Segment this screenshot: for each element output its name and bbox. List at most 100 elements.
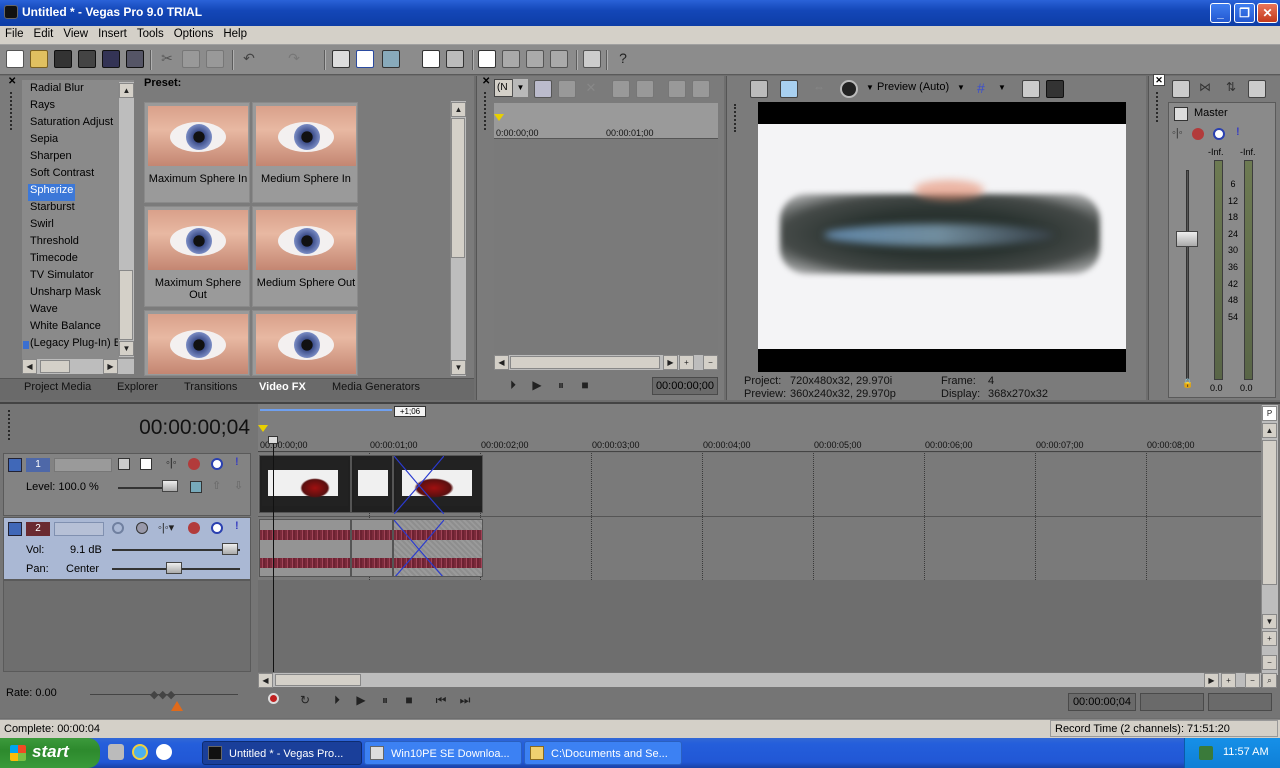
- fx-list-item[interactable]: Threshold: [30, 235, 79, 252]
- chevron-down-icon[interactable]: ▼: [512, 79, 528, 97]
- arm-record-icon[interactable]: [112, 522, 124, 534]
- chevron-down-icon[interactable]: ▼: [866, 83, 874, 92]
- parent-track-icon[interactable]: [140, 458, 152, 470]
- taskbar-item-browser[interactable]: Win10PE SE Downloa...: [364, 741, 522, 765]
- fx-list-item[interactable]: Soft Contrast: [30, 167, 94, 184]
- open-icon[interactable]: [30, 50, 48, 68]
- fx-list-item[interactable]: White Balance: [30, 320, 101, 337]
- level-slider-handle[interactable]: [162, 480, 178, 492]
- invert-phase-icon[interactable]: [136, 522, 148, 534]
- loop-region-bar[interactable]: [260, 409, 392, 411]
- copy-icon[interactable]: [182, 50, 200, 68]
- play-icon[interactable]: ▶: [529, 377, 545, 393]
- menu-options[interactable]: Options: [169, 26, 219, 40]
- cut-icon[interactable]: ✂: [158, 50, 176, 68]
- paste-icon[interactable]: [206, 50, 224, 68]
- vscroll-thumb[interactable]: [1262, 440, 1277, 585]
- pan-slider-handle[interactable]: [166, 562, 182, 574]
- mute-icon[interactable]: [211, 522, 223, 534]
- media-player-icon[interactable]: [156, 744, 172, 760]
- ignore-grouping-icon[interactable]: [446, 50, 464, 68]
- move-up-icon[interactable]: ⇧: [212, 479, 221, 492]
- trimmer-tool-icon[interactable]: [636, 80, 654, 98]
- dim-output-icon[interactable]: ⇅: [1222, 80, 1240, 98]
- split-screen-icon[interactable]: ⇔: [810, 80, 828, 98]
- tab-media-generators[interactable]: Media Generators: [332, 381, 420, 398]
- trimmer-tool-icon[interactable]: [692, 80, 710, 98]
- master-properties-icon[interactable]: [1172, 80, 1190, 98]
- fx-list-item[interactable]: Unsharp Mask: [30, 286, 101, 303]
- scroll-left-icon[interactable]: ◀: [494, 355, 509, 370]
- fx-list-item[interactable]: Radial Blur: [30, 82, 84, 99]
- fx-list-item[interactable]: Swirl: [30, 218, 54, 235]
- vol-slider-handle[interactable]: [222, 543, 238, 555]
- playback-cursor[interactable]: [273, 436, 274, 672]
- pause-icon[interactable]: ⏸: [377, 692, 393, 708]
- preset-thumbnail[interactable]: Maximum Sphere In: [144, 102, 250, 203]
- scroll-left-icon[interactable]: ◀: [258, 673, 273, 688]
- tab-project-media[interactable]: Project Media: [24, 381, 91, 398]
- record-icon[interactable]: [265, 692, 281, 708]
- solo-icon[interactable]: !: [235, 456, 239, 468]
- redo-icon[interactable]: ↷: [285, 50, 303, 68]
- zoom-in-icon[interactable]: +: [1221, 673, 1236, 688]
- hscroll-thumb[interactable]: [275, 674, 361, 686]
- minimize-button[interactable]: _: [1210, 3, 1231, 23]
- trimmer-tool-icon[interactable]: [534, 80, 552, 98]
- go-to-start-icon[interactable]: ⏮: [433, 692, 449, 708]
- master-menu-icon[interactable]: [1248, 80, 1266, 98]
- ripple-edit-icon[interactable]: [382, 50, 400, 68]
- close-master-icon[interactable]: ✕: [1153, 74, 1165, 86]
- pause-icon[interactable]: ⏸: [553, 377, 569, 393]
- maximize-button[interactable]: ❐: [1234, 3, 1255, 23]
- scroll-down-icon[interactable]: ▼: [119, 341, 134, 356]
- scroll-right-icon[interactable]: ▶: [103, 359, 118, 374]
- tab-explorer[interactable]: Explorer: [117, 381, 158, 398]
- preset-thumbnail[interactable]: Medium Sphere Out: [252, 206, 358, 307]
- track-motion-icon[interactable]: [190, 481, 202, 493]
- video-event-crossfade[interactable]: [393, 455, 483, 514]
- track-fx-chain-icon[interactable]: ◦|◦: [166, 457, 177, 469]
- start-button[interactable]: start: [0, 738, 100, 768]
- preset-scroll-thumb[interactable]: [451, 118, 465, 258]
- undo-icon[interactable]: ↶: [240, 50, 258, 68]
- audio-track-header[interactable]: 2 ◦|◦▾ ! Vol: 9.1 dB Pan: Center: [3, 517, 251, 580]
- menu-view[interactable]: View: [58, 26, 93, 40]
- solo-icon[interactable]: !: [235, 520, 239, 532]
- scroll-down-icon[interactable]: ▼: [451, 360, 466, 375]
- preset-thumbnail[interactable]: Medium Sphere In: [252, 102, 358, 203]
- envelope-tool-icon[interactable]: [502, 50, 520, 68]
- video-fx-icon[interactable]: [840, 80, 858, 98]
- zoom-in-icon[interactable]: +: [1262, 631, 1277, 646]
- scroll-right-icon[interactable]: ▶: [1204, 673, 1219, 688]
- track-fx-chain-icon[interactable]: ◦|◦▾: [158, 521, 174, 534]
- save-icon[interactable]: [54, 50, 72, 68]
- play-icon[interactable]: ▶: [353, 692, 369, 708]
- fx-list-item-selected[interactable]: Spherize: [28, 184, 76, 201]
- zoom-out-icon[interactable]: −: [1245, 673, 1260, 688]
- fx-list-item[interactable]: Starburst: [30, 201, 75, 218]
- downmix-icon[interactable]: ⋈: [1196, 80, 1214, 98]
- burn-cd-icon[interactable]: [583, 50, 601, 68]
- close-trimmer-icon[interactable]: ✕: [482, 76, 490, 87]
- show-desktop-icon[interactable]: [108, 744, 124, 760]
- close-button[interactable]: ✕: [1257, 3, 1278, 23]
- lock-envelopes-icon[interactable]: [422, 50, 440, 68]
- composite-mode-icon[interactable]: [118, 458, 130, 470]
- track-minimize-icon[interactable]: [8, 458, 22, 472]
- trimmer-tool-icon[interactable]: [558, 80, 576, 98]
- trimmer-hscroll-thumb[interactable]: [510, 356, 660, 369]
- taskbar-item-vegas[interactable]: Untitled * - Vegas Pro...: [202, 741, 362, 765]
- new-icon[interactable]: [6, 50, 24, 68]
- track-name-field[interactable]: [54, 522, 104, 536]
- preset-thumbnail[interactable]: Maximum Sphere Out: [144, 206, 250, 307]
- copy-snapshot-icon[interactable]: [1022, 80, 1040, 98]
- fx-list-item[interactable]: Saturation Adjust: [30, 116, 113, 133]
- play-from-start-icon[interactable]: ⏵: [329, 692, 345, 708]
- track-name-field[interactable]: [54, 458, 112, 472]
- auto-crossfade-icon[interactable]: [356, 50, 374, 68]
- bus-fx-chain-icon[interactable]: ◦|◦: [1172, 127, 1183, 139]
- zoom-out-icon[interactable]: −: [1262, 655, 1277, 670]
- mute-icon[interactable]: [1213, 128, 1225, 140]
- fx-list-scroll-thumb[interactable]: [119, 270, 133, 340]
